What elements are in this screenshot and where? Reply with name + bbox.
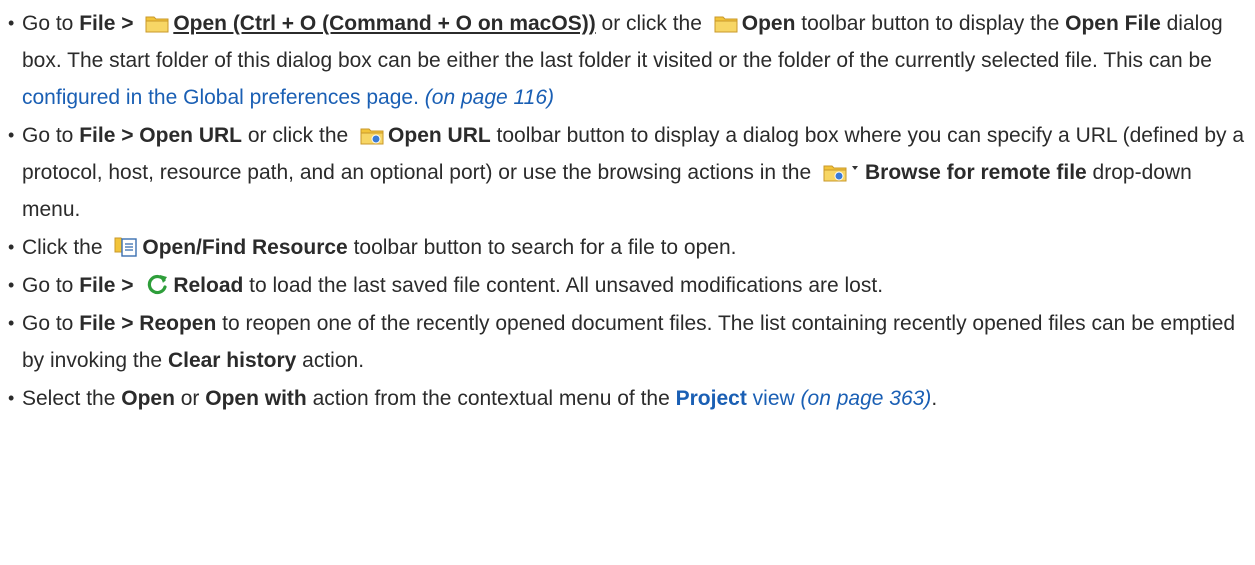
text: action.: [296, 349, 365, 372]
clear-history-label: Clear history: [167, 349, 297, 372]
list-item-reload: Go to File > Reload to load the last sav…: [8, 267, 1248, 304]
menu-open-url: File > Open URL: [79, 124, 242, 147]
open-file-dialog-label: Open File: [1065, 12, 1161, 35]
open-url-button-label: Open URL: [388, 124, 491, 147]
open-find-resource-icon: [114, 235, 138, 257]
menu-file: File >: [79, 274, 140, 297]
list-item-open: Go to File > Open (Ctrl + O (Command + O…: [8, 5, 1248, 116]
text: Go to: [22, 124, 80, 147]
open-button-label: Open: [741, 12, 796, 35]
folder-url-icon: [360, 125, 384, 145]
text: .: [931, 387, 938, 410]
text: Go to: [22, 274, 80, 297]
reload-label: Reload: [173, 274, 244, 297]
view-link[interactable]: view: [747, 387, 795, 410]
text: toolbar button to display the: [795, 12, 1066, 35]
browse-remote-file-label: Browse for remote file: [864, 161, 1087, 184]
text: Go to: [22, 312, 80, 335]
menu-file: File >: [79, 12, 140, 35]
text: Select the: [22, 387, 122, 410]
folder-icon: [145, 13, 169, 33]
open-find-resource-label: Open/Find Resource: [142, 236, 348, 259]
list-item-open-url: Go to File > Open URL or click the Open …: [8, 117, 1248, 228]
text: action from the contextual menu of the: [306, 387, 676, 410]
folder-icon: [714, 13, 738, 33]
text: or click the: [595, 12, 708, 35]
global-preferences-link[interactable]: configured in the Global preferences pag…: [22, 86, 419, 109]
project-link[interactable]: Project: [676, 387, 747, 410]
text: to load the last saved file content. All…: [243, 274, 884, 297]
open-action-label: Open: [121, 387, 175, 410]
reload-icon: [145, 273, 169, 295]
text: or click the: [241, 124, 355, 147]
text: Click the: [22, 236, 109, 259]
text: or: [174, 387, 206, 410]
text: toolbar button to search for a file to o…: [347, 236, 737, 259]
list-item-open-find: Click the Open/Find Resource toolbar but…: [8, 229, 1248, 266]
page-reference[interactable]: (on page 363): [801, 387, 932, 410]
menu-reopen: File > Reopen: [79, 312, 217, 335]
list-item-project-view: Select the Open or Open with action from…: [8, 380, 1248, 417]
list-item-reopen: Go to File > Reopen to reopen one of the…: [8, 305, 1248, 379]
open-with-action-label: Open with: [205, 387, 307, 410]
folder-url-dropdown-icon: [823, 162, 861, 182]
page-reference[interactable]: (on page 116): [425, 86, 554, 109]
text: Go to: [22, 12, 80, 35]
menu-open-shortcut: Open (Ctrl + O (Command + O on macOS)): [173, 12, 596, 35]
document: Go to File > Open (Ctrl + O (Command + O…: [8, 5, 1248, 417]
bullet-list: Go to File > Open (Ctrl + O (Command + O…: [8, 5, 1248, 417]
